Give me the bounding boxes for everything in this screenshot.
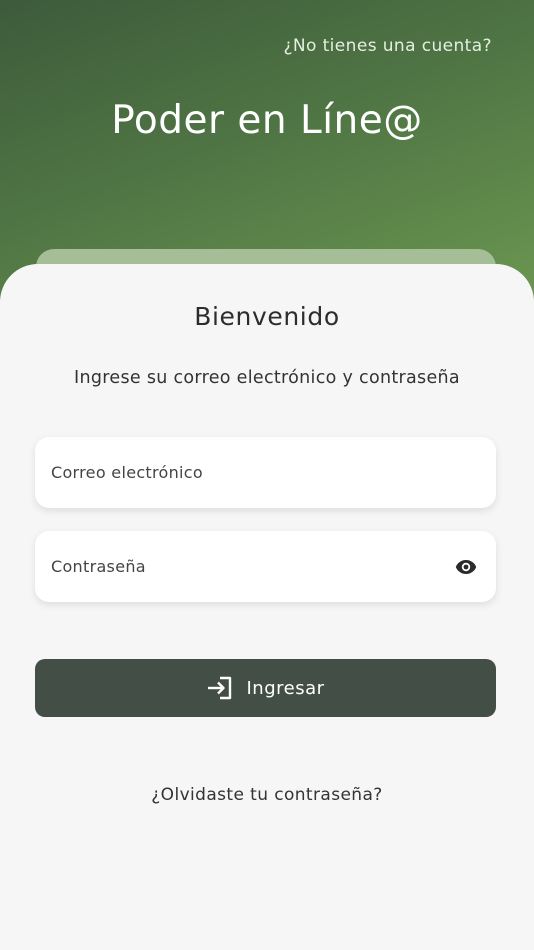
welcome-heading: Bienvenido	[194, 302, 340, 331]
email-field-container	[35, 437, 496, 508]
password-field-container	[35, 531, 496, 602]
email-input[interactable]	[35, 437, 496, 508]
signup-link[interactable]: ¿No tienes una cuenta?	[283, 36, 492, 56]
password-input[interactable]	[35, 531, 496, 602]
app-title: Poder en Líne@	[111, 98, 423, 143]
login-button[interactable]: Ingresar	[35, 659, 496, 717]
login-button-label: Ingresar	[246, 677, 325, 699]
forgot-password-link[interactable]: ¿Olvidaste tu contraseña?	[0, 785, 534, 805]
eye-icon[interactable]	[454, 555, 478, 579]
login-icon	[206, 675, 234, 701]
instruction-text: Ingrese su correo electrónico y contrase…	[74, 368, 460, 388]
login-card: Bienvenido Ingrese su correo electrónico…	[0, 264, 534, 950]
